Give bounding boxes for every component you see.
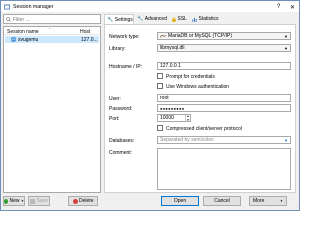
comment-textarea[interactable] (157, 148, 291, 190)
user-value: root (160, 95, 169, 101)
databases-label: Databases: (109, 138, 135, 144)
compressed-protocol-checkbox[interactable] (157, 125, 163, 131)
prompt-credentials-checkbox[interactable] (157, 73, 163, 79)
hostname-input[interactable]: 127.0.0.1 (157, 62, 291, 70)
tab-settings-label: Settings (114, 17, 133, 23)
new-button-label: New (9, 198, 20, 204)
network-type-value: MariaDB or MySQL (TCP/IP) (168, 33, 232, 39)
session-tree[interactable]: Session name ⌃ Host svugemu 127.0... (3, 26, 101, 193)
tab-advanced[interactable]: 🔧 Advanced (135, 14, 169, 24)
library-label: Library: (109, 46, 126, 52)
cancel-button[interactable]: Cancel (203, 196, 241, 206)
app-icon (4, 4, 10, 9)
hostname-label: Hostname / IP: (109, 64, 143, 70)
server-icon (11, 37, 16, 42)
mariadb-icon (160, 34, 166, 38)
databases-placeholder: Separated by semicolon (160, 137, 214, 143)
tree-row-svugemu[interactable]: svugemu 127.0... (5, 36, 99, 43)
chevron-down-icon: ▼ (280, 199, 283, 203)
filter-input[interactable] (13, 15, 101, 24)
chart-icon (192, 17, 197, 22)
windows-auth-label: Use Windows authentication (166, 83, 230, 90)
help-button[interactable]: ? (273, 2, 284, 12)
prompt-credentials-label: Prompt for credentials (166, 73, 215, 80)
password-input[interactable]: ●●●●●●●●● (157, 104, 291, 112)
column-session-name[interactable]: Session name (7, 29, 39, 35)
tab-statistics-label: Statistics (198, 16, 219, 22)
chevron-down-icon: ▼ (21, 199, 24, 203)
window-title: Session manager (13, 3, 54, 10)
title-bar: Session manager ? ✕ (1, 1, 299, 12)
search-icon (6, 16, 11, 22)
column-host[interactable]: Host (80, 29, 90, 35)
tab-advanced-label: Advanced (144, 16, 167, 22)
delete-button[interactable]: Delete (68, 196, 98, 206)
close-icon: ✕ (289, 4, 296, 11)
chevron-down-icon[interactable]: ▼ (187, 118, 190, 122)
network-type-select[interactable]: MariaDB or MySQL (TCP/IP) ▼ (157, 32, 291, 40)
library-select[interactable]: libmysql.dll ▼ (157, 44, 291, 52)
settings-panel: Network type: MariaDB or MySQL (TCP/IP) … (104, 24, 296, 193)
user-input[interactable]: root (157, 94, 291, 102)
help-icon: ? (276, 4, 281, 10)
chevron-down-icon: ▼ (284, 45, 288, 51)
open-button[interactable]: Open (161, 196, 199, 206)
delete-button-label: Delete (79, 198, 94, 204)
more-button-label: More (253, 198, 265, 204)
sort-icon: ⌃ (48, 27, 52, 32)
hostname-value: 127.0.0.1 (160, 63, 181, 69)
network-type-label: Network type: (109, 34, 140, 40)
resize-grip-icon[interactable]: ⋰ (294, 204, 299, 210)
tab-ssl[interactable]: SSL (170, 14, 189, 24)
session-host: 127.0... (81, 36, 98, 43)
save-icon (30, 198, 36, 204)
cancel-button-label: Cancel (214, 198, 230, 204)
filter-box (3, 14, 101, 24)
open-button-label: Open (173, 198, 187, 204)
delete-icon (72, 198, 78, 204)
library-value: libmysql.dll (160, 45, 185, 51)
tree-header: Session name ⌃ Host (4, 27, 100, 35)
lock-icon (172, 16, 176, 22)
port-label: Port: (109, 116, 120, 122)
password-value: ●●●●●●●●● (160, 105, 185, 111)
chevron-down-icon[interactable]: ▼ (284, 138, 288, 143)
more-button[interactable]: More ▼ (249, 196, 287, 206)
port-stepper[interactable]: 10000 ▲ ▼ (157, 114, 191, 122)
close-button[interactable]: ✕ (287, 2, 298, 12)
compressed-protocol-label: Compressed client/server protocol (166, 125, 242, 132)
user-label: User: (109, 96, 121, 102)
windows-auth-checkbox[interactable] (157, 83, 163, 89)
wrench-icon: 🔧 (107, 17, 114, 23)
wrench-icon: 🔧 (137, 16, 144, 22)
session-name: svugemu (18, 36, 39, 43)
comment-label: Comment: (109, 150, 133, 156)
stepper-arrows[interactable]: ▲ ▼ (185, 114, 190, 122)
password-label: Password: (109, 106, 133, 112)
new-button[interactable]: New ▼ (3, 196, 25, 206)
databases-input[interactable]: Separated by semicolon ▼ (157, 136, 291, 144)
port-value: 10000 (160, 115, 174, 121)
tab-ssl-label: SSL (177, 16, 187, 22)
chevron-down-icon: ▼ (284, 33, 288, 39)
save-button[interactable]: Save (28, 196, 50, 206)
plus-icon (4, 198, 8, 204)
tab-statistics[interactable]: Statistics (190, 14, 226, 24)
tab-bar: 🔧 Settings 🔧 Advanced SSL Statistics (104, 14, 298, 25)
save-button-label: Save (36, 198, 48, 204)
